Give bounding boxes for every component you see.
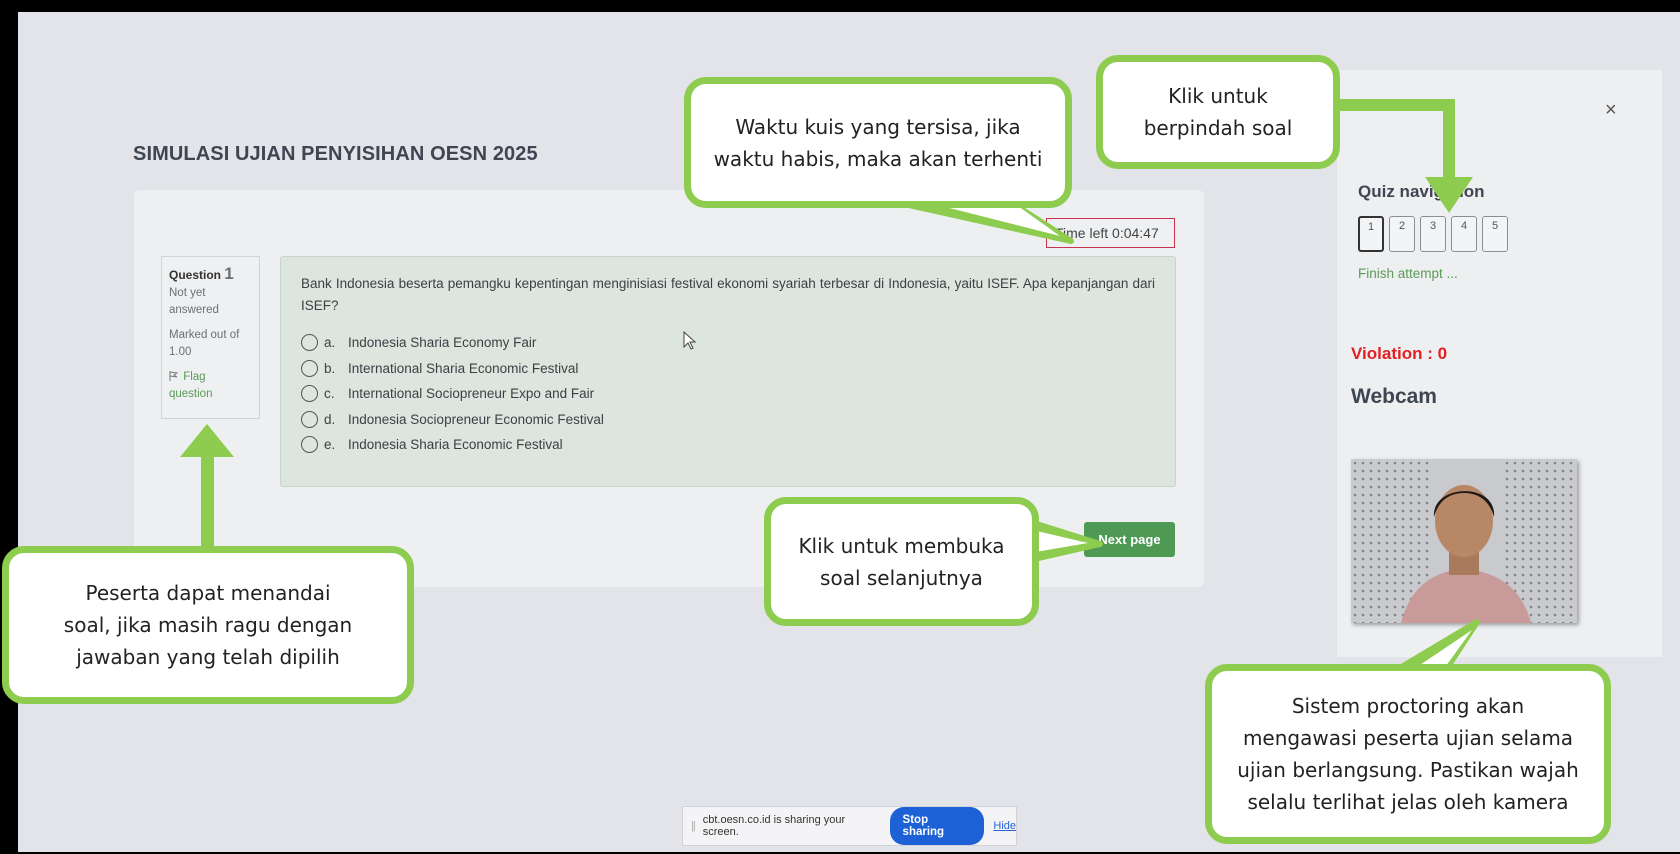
flag-question-link[interactable]: Flag question (169, 369, 252, 403)
drag-handle-icon[interactable]: || (691, 820, 696, 832)
callout-flag: Peserta dapat menandai soal, jika masih … (2, 546, 414, 704)
flag-question-line-2: question (169, 388, 213, 400)
answer-letter: c. (324, 386, 335, 402)
question-status-line-2: answered (169, 304, 219, 316)
answer-text: International Sharia Economic Festival (348, 360, 579, 376)
callout-webcam-line-1: Sistem proctoring akan (1291, 694, 1525, 718)
callout-next-line-1: Klik untuk membuka (798, 533, 1005, 558)
radio-b[interactable] (301, 359, 318, 377)
callout-next: Klik untuk membuka soal selanjutnya (764, 497, 1039, 626)
answer-option-c[interactable]: c. International Sociopreneur Expo and Fa… (301, 381, 1155, 407)
answer-text: Indonesia Sharia Economic Festival (348, 437, 563, 453)
question-label: Question (169, 268, 222, 282)
question-number: 1 (224, 264, 234, 283)
answer-text: Indonesia Sociopreneur Economic Festival (348, 411, 604, 427)
answer-letter: a. (324, 335, 336, 351)
callout-webcam: Sistem proctoring akan mengawasi peserta… (1205, 664, 1611, 844)
flag-icon (169, 371, 179, 381)
screen-share-bar: || cbt.oesn.co.id is sharing your screen… (682, 806, 1017, 846)
time-left-label: Time left (1055, 225, 1109, 241)
question-status-line-1: Not yet (169, 287, 206, 299)
nav-question-1[interactable]: 1 (1358, 216, 1384, 252)
answer-option-e[interactable]: e. Indonesia Sharia Economic Festival (301, 432, 1155, 458)
answer-list: a. Indonesia Sharia Economy Fair b. Intern… (301, 330, 1155, 458)
callout-timer: Waktu kuis yang tersisa, jika waktu habi… (684, 77, 1072, 208)
callout-webcam-line-3: ujian berlangsung. Pastikan wajah (1237, 758, 1579, 782)
callout-flag-line-3: jawaban yang telah dipilih (76, 645, 340, 669)
callout-webcam-line-4: selalu terlihat jelas oleh kamera (1247, 790, 1569, 814)
radio-e[interactable] (301, 436, 318, 454)
question-grade-line-2: 1.00 (169, 346, 192, 358)
callout-flag-line-1: Peserta dapat menandai (85, 581, 331, 605)
webcam-title: Webcam (1351, 385, 1437, 408)
time-left-box: Time left 0:04:47 (1046, 218, 1175, 248)
nav-question-4[interactable]: 4 (1451, 216, 1477, 252)
violation-counter: Violation : 0 (1351, 344, 1448, 363)
hide-share-bar-link[interactable]: Hide (993, 820, 1016, 832)
answer-text: International Sociopreneur Expo and Fair (348, 386, 595, 402)
answer-letter: d. (324, 411, 336, 427)
close-drawer-button[interactable]: × (1605, 99, 1617, 122)
flag-question-line-1: Flag (183, 371, 206, 383)
quiz-navigation-title: Quiz navigation (1358, 182, 1485, 201)
page-title: SIMULASI UJIAN PENYISIHAN OESN 2025 (133, 143, 538, 165)
next-page-button[interactable]: Next page (1084, 522, 1175, 557)
share-message: cbt.oesn.co.id is sharing your screen. (702, 814, 846, 838)
question-grade: Marked out of 1.00 (169, 327, 252, 361)
mouse-cursor-icon (683, 331, 697, 350)
finish-attempt-link[interactable]: Finish attempt ... (1358, 266, 1458, 281)
callout-navigation-line-2: berpindah soal (1143, 116, 1293, 140)
callout-navigation-line-1: Klik untuk (1168, 84, 1268, 108)
stop-sharing-button[interactable]: Stop sharing (889, 807, 985, 845)
nav-question-3[interactable]: 3 (1420, 216, 1446, 252)
radio-a[interactable] (301, 334, 318, 352)
callout-flag-line-2: soal, jika masih ragu dengan (63, 613, 353, 637)
radio-c[interactable] (301, 385, 318, 403)
answer-text: Indonesia Sharia Economy Fair (348, 335, 537, 351)
question-number-heading: Question 1 (169, 265, 252, 285)
answer-letter: e. (324, 437, 336, 453)
answer-letter: b. (324, 360, 336, 376)
radio-d[interactable] (301, 410, 318, 428)
callout-timer-line-2: waktu habis, maka akan terhenti (713, 146, 1043, 171)
webcam-feed (1351, 459, 1577, 623)
answer-option-b[interactable]: b. International Sharia Economic Festival (301, 356, 1155, 382)
answer-option-a[interactable]: a. Indonesia Sharia Economy Fair (301, 330, 1155, 356)
callout-timer-line-1: Waktu kuis yang tersisa, jika (735, 114, 1021, 139)
nav-question-2[interactable]: 2 (1389, 216, 1415, 252)
quiz-navigation-buttons: 1 2 3 4 5 (1358, 216, 1508, 252)
question-text: Bank Indonesia beserta pemangku kepentin… (301, 276, 1155, 313)
callout-navigation: Klik untuk berpindah soal (1096, 55, 1340, 169)
question-grade-line-1: Marked out of (169, 329, 240, 341)
callout-webcam-line-2: mengawasi peserta ujian selama (1242, 726, 1574, 750)
question-content: Bank Indonesia beserta pemangku kepentin… (280, 256, 1176, 487)
question-status: Not yet answered (169, 285, 252, 319)
time-left-value: 0:04:47 (1112, 225, 1159, 241)
question-info: Question 1 Not yet answered Marked out o… (161, 256, 260, 419)
answer-option-d[interactable]: d. Indonesia Sociopreneur Economic Festiv… (301, 407, 1155, 433)
nav-question-5[interactable]: 5 (1482, 216, 1508, 252)
callout-next-line-2: soal selanjutnya (820, 565, 983, 590)
